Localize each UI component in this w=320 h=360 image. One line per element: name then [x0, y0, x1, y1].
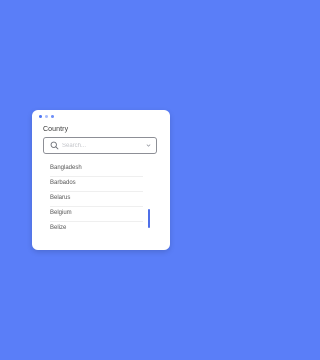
country-search-input[interactable]	[62, 140, 142, 151]
window-dot-2	[45, 115, 48, 118]
window-dot-1	[39, 115, 42, 118]
country-search-box[interactable]	[43, 137, 157, 154]
list-item[interactable]: Barbados	[43, 176, 143, 191]
list-item[interactable]: Belize	[43, 221, 143, 236]
chevron-down-icon[interactable]	[146, 143, 151, 148]
window-controls	[39, 115, 54, 118]
window-dot-3	[51, 115, 54, 118]
list-item[interactable]: Belgium	[43, 206, 143, 221]
list-item[interactable]: Bangladesh	[43, 161, 143, 176]
list-scrollbar[interactable]	[148, 166, 150, 240]
scrollbar-thumb[interactable]	[148, 209, 150, 228]
country-options-list: Bangladesh Barbados Belarus Belgium Beli…	[43, 158, 157, 244]
country-field-label: Country	[43, 126, 69, 133]
search-icon	[50, 141, 59, 150]
country-select-panel: Country Bangladesh Barbados Belarus Belg…	[32, 110, 170, 250]
list-item[interactable]: Belarus	[43, 191, 143, 206]
